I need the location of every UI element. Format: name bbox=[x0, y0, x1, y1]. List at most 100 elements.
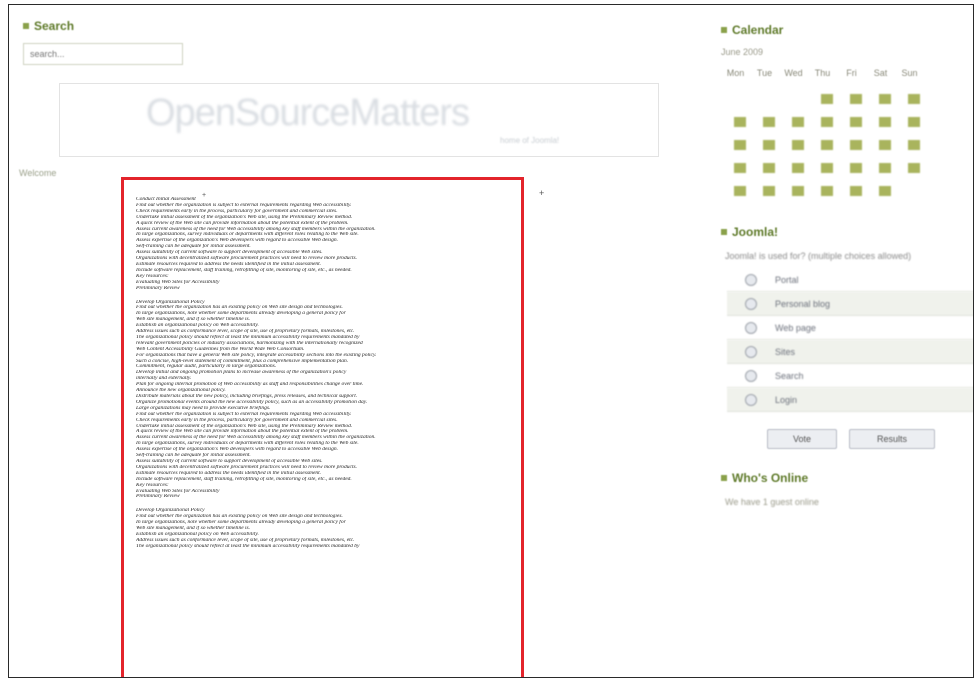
calendar-grid bbox=[725, 87, 928, 202]
poll-heading: Joomla! bbox=[732, 225, 779, 239]
calendar-day[interactable] bbox=[754, 110, 783, 133]
search-input[interactable]: search... bbox=[23, 43, 183, 65]
calendar-week bbox=[725, 87, 928, 110]
calendar-day[interactable] bbox=[725, 110, 754, 133]
document-block-2: Develop Organizational Policy Find out wh… bbox=[136, 300, 513, 501]
poll-option[interactable]: Search bbox=[727, 364, 973, 388]
calendar-day[interactable] bbox=[899, 87, 928, 110]
who-online-text: We have 1 guest online bbox=[725, 497, 819, 507]
weekday-label: Sun bbox=[901, 68, 918, 78]
calendar-day[interactable] bbox=[725, 179, 754, 202]
poll-option[interactable]: Sites bbox=[727, 340, 973, 364]
poll-option-label: Search bbox=[775, 370, 804, 381]
weekday-label: Mon bbox=[726, 68, 745, 78]
document-block-3: Develop Organizational Policy Find out wh… bbox=[136, 508, 513, 549]
poll-option[interactable]: Web page bbox=[727, 316, 973, 340]
calendar-day[interactable] bbox=[899, 133, 928, 156]
calendar-blank bbox=[899, 179, 928, 202]
page-frame: Search search... OpenSourceMatters home … bbox=[8, 4, 974, 678]
document-block-1: Conduct Initial Assessment Find out wheth… bbox=[136, 197, 513, 292]
calendar-day[interactable] bbox=[783, 156, 812, 179]
calendar-day[interactable] bbox=[899, 110, 928, 133]
poll-option-label: Sites bbox=[775, 346, 796, 357]
poll-module-heading: Joomla! bbox=[721, 225, 778, 239]
poll-option[interactable]: Portal bbox=[727, 268, 973, 292]
calendar-day[interactable] bbox=[812, 133, 841, 156]
weekday-label: Sat bbox=[873, 68, 888, 78]
calendar-blank bbox=[725, 87, 754, 110]
radio-icon[interactable] bbox=[745, 273, 757, 286]
banner-logo: OpenSourceMatters bbox=[146, 92, 470, 134]
poll-option-label: Portal bbox=[775, 274, 799, 285]
calendar-day[interactable] bbox=[899, 156, 928, 179]
who-heading: Who's Online bbox=[732, 471, 809, 485]
search-module-heading: Search bbox=[23, 19, 74, 33]
bullet-icon bbox=[721, 27, 727, 33]
poll-option-label: Login bbox=[775, 394, 798, 405]
calendar-heading: Calendar bbox=[732, 23, 784, 37]
calendar-day[interactable] bbox=[841, 87, 870, 110]
calendar-day[interactable] bbox=[754, 156, 783, 179]
search-heading: Search bbox=[34, 19, 75, 33]
calendar-day[interactable] bbox=[870, 133, 899, 156]
calendar-day[interactable] bbox=[812, 179, 841, 202]
document-marker-right: + bbox=[539, 188, 545, 198]
radio-icon[interactable] bbox=[745, 345, 757, 358]
calendar-blank bbox=[783, 87, 812, 110]
radio-icon[interactable] bbox=[745, 369, 757, 382]
calendar-day[interactable] bbox=[754, 133, 783, 156]
poll-options: Portal Personal blog Web page Sites Search Lo… bbox=[727, 268, 973, 412]
calendar-day[interactable] bbox=[812, 110, 841, 133]
document-preview: + Conduct Initial Assessment Find out whe… bbox=[121, 177, 524, 677]
document-line: The organizational policy should reflect… bbox=[136, 543, 360, 549]
radio-icon[interactable] bbox=[745, 321, 757, 334]
radio-icon[interactable] bbox=[745, 297, 757, 310]
poll-option-label: Web page bbox=[775, 322, 816, 333]
calendar-day[interactable] bbox=[870, 179, 899, 202]
calendar-day[interactable] bbox=[783, 133, 812, 156]
bullet-icon bbox=[721, 229, 727, 235]
calendar-day[interactable] bbox=[841, 133, 870, 156]
calendar-day[interactable] bbox=[754, 179, 783, 202]
calendar-month: June 2009 bbox=[721, 47, 764, 57]
poll-option-label: Personal blog bbox=[775, 298, 831, 309]
results-button[interactable]: Results bbox=[849, 429, 935, 449]
bullet-icon bbox=[23, 23, 29, 29]
calendar-module-heading: Calendar bbox=[721, 23, 783, 37]
calendar-day[interactable] bbox=[841, 179, 870, 202]
calendar-week bbox=[725, 179, 928, 202]
calendar-day[interactable] bbox=[841, 156, 870, 179]
calendar-week bbox=[725, 156, 928, 179]
calendar-weekdays: Mon Tue Wed Thu Fri Sat Sun bbox=[721, 68, 924, 78]
who-online-heading: Who's Online bbox=[721, 471, 808, 485]
bullet-icon bbox=[721, 475, 727, 481]
calendar-day[interactable] bbox=[725, 133, 754, 156]
calendar-blank bbox=[754, 87, 783, 110]
calendar-day[interactable] bbox=[870, 110, 899, 133]
radio-icon[interactable] bbox=[745, 393, 757, 406]
calendar-day[interactable] bbox=[870, 87, 899, 110]
weekday-label: Wed bbox=[784, 68, 803, 78]
weekday-label: Fri bbox=[846, 68, 857, 78]
vote-button[interactable]: Vote bbox=[767, 429, 837, 449]
calendar-day[interactable] bbox=[812, 156, 841, 179]
calendar-day[interactable] bbox=[841, 110, 870, 133]
document-marker-top: + bbox=[202, 192, 207, 199]
weekday-label: Tue bbox=[756, 68, 773, 78]
calendar-week bbox=[725, 133, 928, 156]
calendar-day[interactable] bbox=[725, 156, 754, 179]
banner: OpenSourceMatters home of Joomla! bbox=[59, 83, 659, 157]
poll-question: Joomla! is used for? (multiple choices a… bbox=[725, 251, 912, 261]
calendar-day[interactable] bbox=[870, 156, 899, 179]
banner-tagline: home of Joomla! bbox=[500, 136, 560, 145]
side-link[interactable]: Welcome bbox=[19, 168, 56, 178]
calendar-day[interactable] bbox=[783, 179, 812, 202]
poll-option[interactable]: Personal blog bbox=[727, 292, 973, 316]
weekday-label: Thu bbox=[814, 68, 831, 78]
calendar-day[interactable] bbox=[783, 110, 812, 133]
calendar-day[interactable] bbox=[812, 87, 841, 110]
calendar-week bbox=[725, 110, 928, 133]
poll-option[interactable]: Login bbox=[727, 388, 973, 412]
